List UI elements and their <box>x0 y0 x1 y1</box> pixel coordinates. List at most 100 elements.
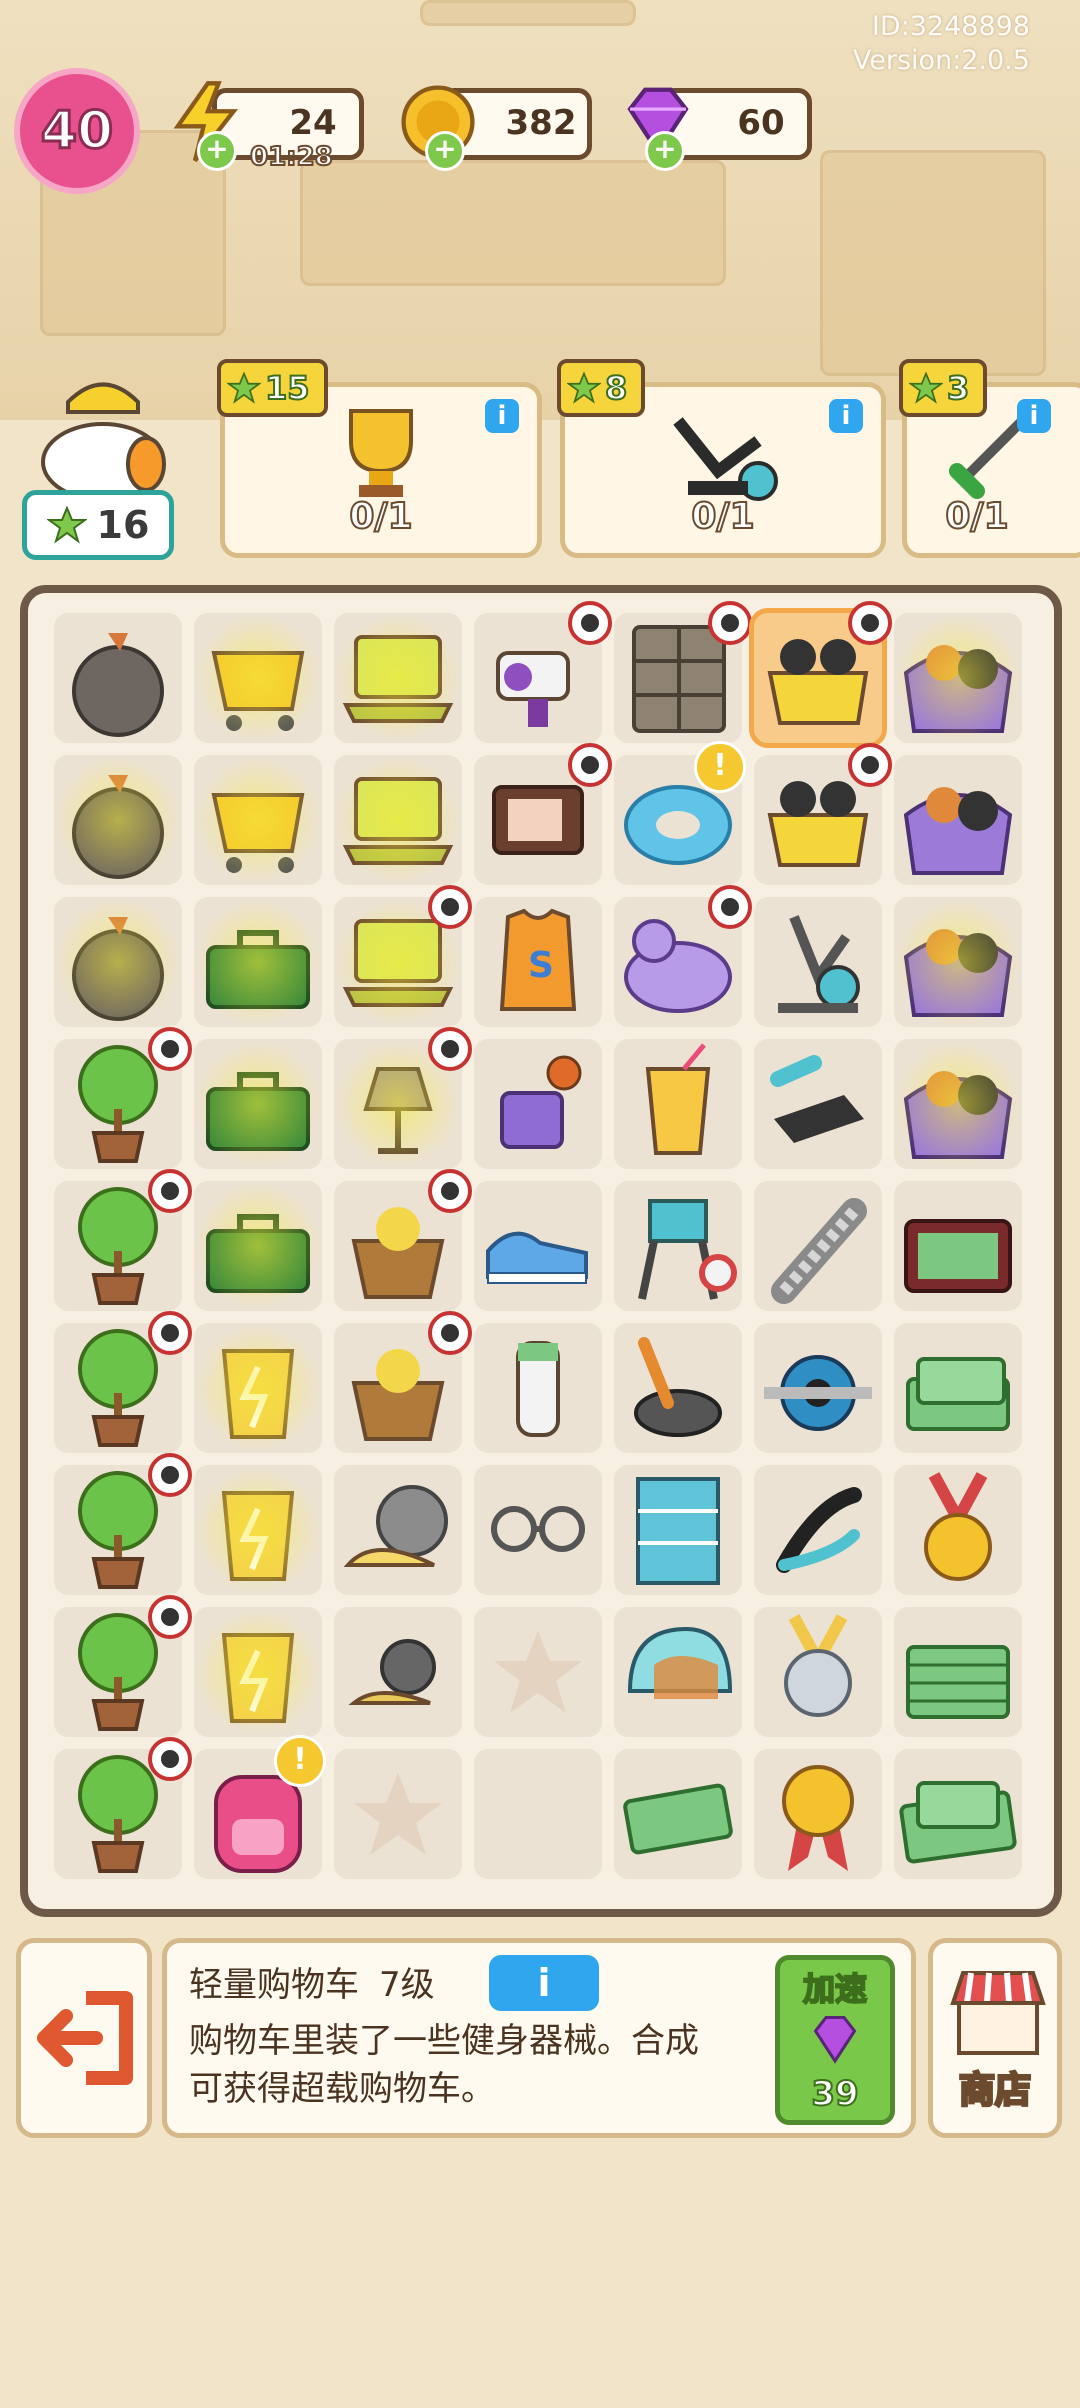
board-cell[interactable] <box>54 1453 192 1595</box>
board-cell[interactable] <box>894 613 1022 743</box>
quest-card-1[interactable]: 15 i 0/1 <box>217 359 542 558</box>
board-cell[interactable] <box>754 1465 882 1595</box>
board-cell[interactable] <box>54 1027 192 1169</box>
grip-strengthener-icon <box>771 1198 867 1304</box>
add-coins-button[interactable]: + <box>425 131 465 171</box>
cooldown-timer-icon <box>148 1027 192 1071</box>
board-cell[interactable] <box>54 1169 192 1311</box>
board-cell[interactable] <box>894 1749 1022 1879</box>
sneakers-icon <box>486 1231 588 1284</box>
board-cell[interactable] <box>194 1465 322 1595</box>
item-description: 购物车里装了一些健身器械。合成可获得超载购物车。 <box>189 2021 699 2109</box>
board-cell[interactable] <box>894 1039 1022 1169</box>
player-level-badge[interactable]: 40 <box>14 68 140 194</box>
board-cell[interactable] <box>474 1181 602 1311</box>
board-cell[interactable]: S <box>474 897 602 1027</box>
board-cell[interactable] <box>754 1607 882 1737</box>
board-cell[interactable] <box>894 755 1022 885</box>
board-cell[interactable] <box>334 1311 472 1453</box>
quest-info-button[interactable]: i <box>485 399 519 433</box>
board-cell[interactable] <box>614 1607 742 1737</box>
quest-card-2[interactable]: 8 i 0/1 <box>557 359 886 558</box>
star-icon <box>227 371 261 404</box>
board-cell[interactable] <box>474 1323 602 1453</box>
gem-counter[interactable]: + 60 <box>627 87 812 171</box>
quest-info-button[interactable]: i <box>829 399 863 433</box>
board-cell[interactable] <box>334 755 462 885</box>
player-id: ID:3248898 <box>871 11 1030 42</box>
board-cell[interactable] <box>334 613 462 743</box>
board-cell[interactable] <box>614 885 752 1027</box>
board-cell[interactable] <box>334 1749 462 1879</box>
quest-info-button[interactable]: i <box>1017 399 1051 433</box>
board-cell[interactable] <box>749 601 892 748</box>
board-cell[interactable] <box>754 1039 882 1169</box>
board-cell[interactable] <box>54 613 182 743</box>
board-cell[interactable] <box>614 1181 742 1311</box>
toolbox-icon <box>206 1214 310 1293</box>
toolbox-icon <box>206 930 310 1009</box>
item-info-button[interactable]: i <box>489 1955 599 2011</box>
board-cell[interactable] <box>754 897 882 1027</box>
ab-roller-icon <box>764 1355 872 1431</box>
board-cell[interactable] <box>54 1311 192 1453</box>
board-cell[interactable] <box>474 743 612 885</box>
board-cell[interactable] <box>754 1749 882 1879</box>
board-cell[interactable] <box>894 1607 1022 1737</box>
board-cell[interactable]: ! <box>194 1735 326 1879</box>
board-cell[interactable] <box>194 1181 322 1311</box>
board-cell[interactable] <box>894 1465 1022 1595</box>
star-icon <box>46 505 87 544</box>
board-cell[interactable] <box>334 885 472 1027</box>
cooldown-timer-icon <box>148 1453 192 1497</box>
board-cell[interactable] <box>194 897 322 1027</box>
board-cell[interactable] <box>754 1181 882 1311</box>
board-cell[interactable] <box>474 1607 602 1737</box>
board-cell[interactable] <box>474 1039 602 1169</box>
speedup-button[interactable]: 加速 39 <box>775 1955 895 2125</box>
board-cell[interactable] <box>334 1465 462 1595</box>
board-cell[interactable] <box>894 1323 1022 1453</box>
board-cell[interactable] <box>54 1737 192 1879</box>
jersey-icon: S <box>499 908 577 1011</box>
add-energy-button[interactable]: + <box>197 131 237 171</box>
item-level: 7级 <box>379 1965 435 2005</box>
board-cell[interactable] <box>54 1595 192 1737</box>
board-cell[interactable] <box>334 1027 472 1169</box>
board-cell[interactable] <box>194 1039 322 1169</box>
coin-counter[interactable]: + 382 <box>401 85 592 171</box>
cooldown-timer-icon <box>428 885 472 929</box>
board-cell[interactable] <box>54 755 182 885</box>
board-cell[interactable] <box>614 1465 742 1595</box>
shop-button[interactable]: 商店 <box>928 1938 1062 2138</box>
duck-worker-avatar[interactable] <box>28 372 178 502</box>
purple-bag-of-gear-icon <box>903 1071 1013 1159</box>
board-cell[interactable] <box>894 897 1022 1027</box>
board-cell[interactable] <box>334 1169 472 1311</box>
board-cell[interactable] <box>194 755 322 885</box>
board-cell[interactable] <box>754 1323 882 1453</box>
board-cell[interactable] <box>614 601 752 743</box>
board-cell[interactable] <box>474 601 612 743</box>
cash-pile-icon <box>906 1357 1010 1431</box>
points-counter: 16 <box>22 490 174 560</box>
board-cell[interactable] <box>194 1607 322 1737</box>
board-cell[interactable] <box>54 897 182 1027</box>
board-cell[interactable] <box>614 1749 742 1879</box>
quest-card-3[interactable]: 3 i 0/1 <box>899 359 1080 558</box>
board-cell[interactable] <box>614 1039 742 1169</box>
board-cell[interactable] <box>754 743 892 885</box>
board-cell[interactable] <box>194 1323 322 1453</box>
add-gems-button[interactable]: + <box>645 131 685 171</box>
board-cell[interactable] <box>894 1181 1022 1311</box>
board-cell[interactable] <box>194 613 322 743</box>
exit-button[interactable] <box>16 1938 152 2138</box>
board-cell[interactable]: ! <box>614 741 746 885</box>
bucket-icon <box>221 1633 295 1723</box>
board-cell[interactable] <box>334 1607 462 1737</box>
cooldown-timer-icon <box>848 601 892 645</box>
board-cell[interactable] <box>474 1465 602 1595</box>
quest-reward: 15 <box>217 359 328 417</box>
board-cell[interactable] <box>614 1323 742 1453</box>
board-cell[interactable] <box>474 1749 602 1879</box>
